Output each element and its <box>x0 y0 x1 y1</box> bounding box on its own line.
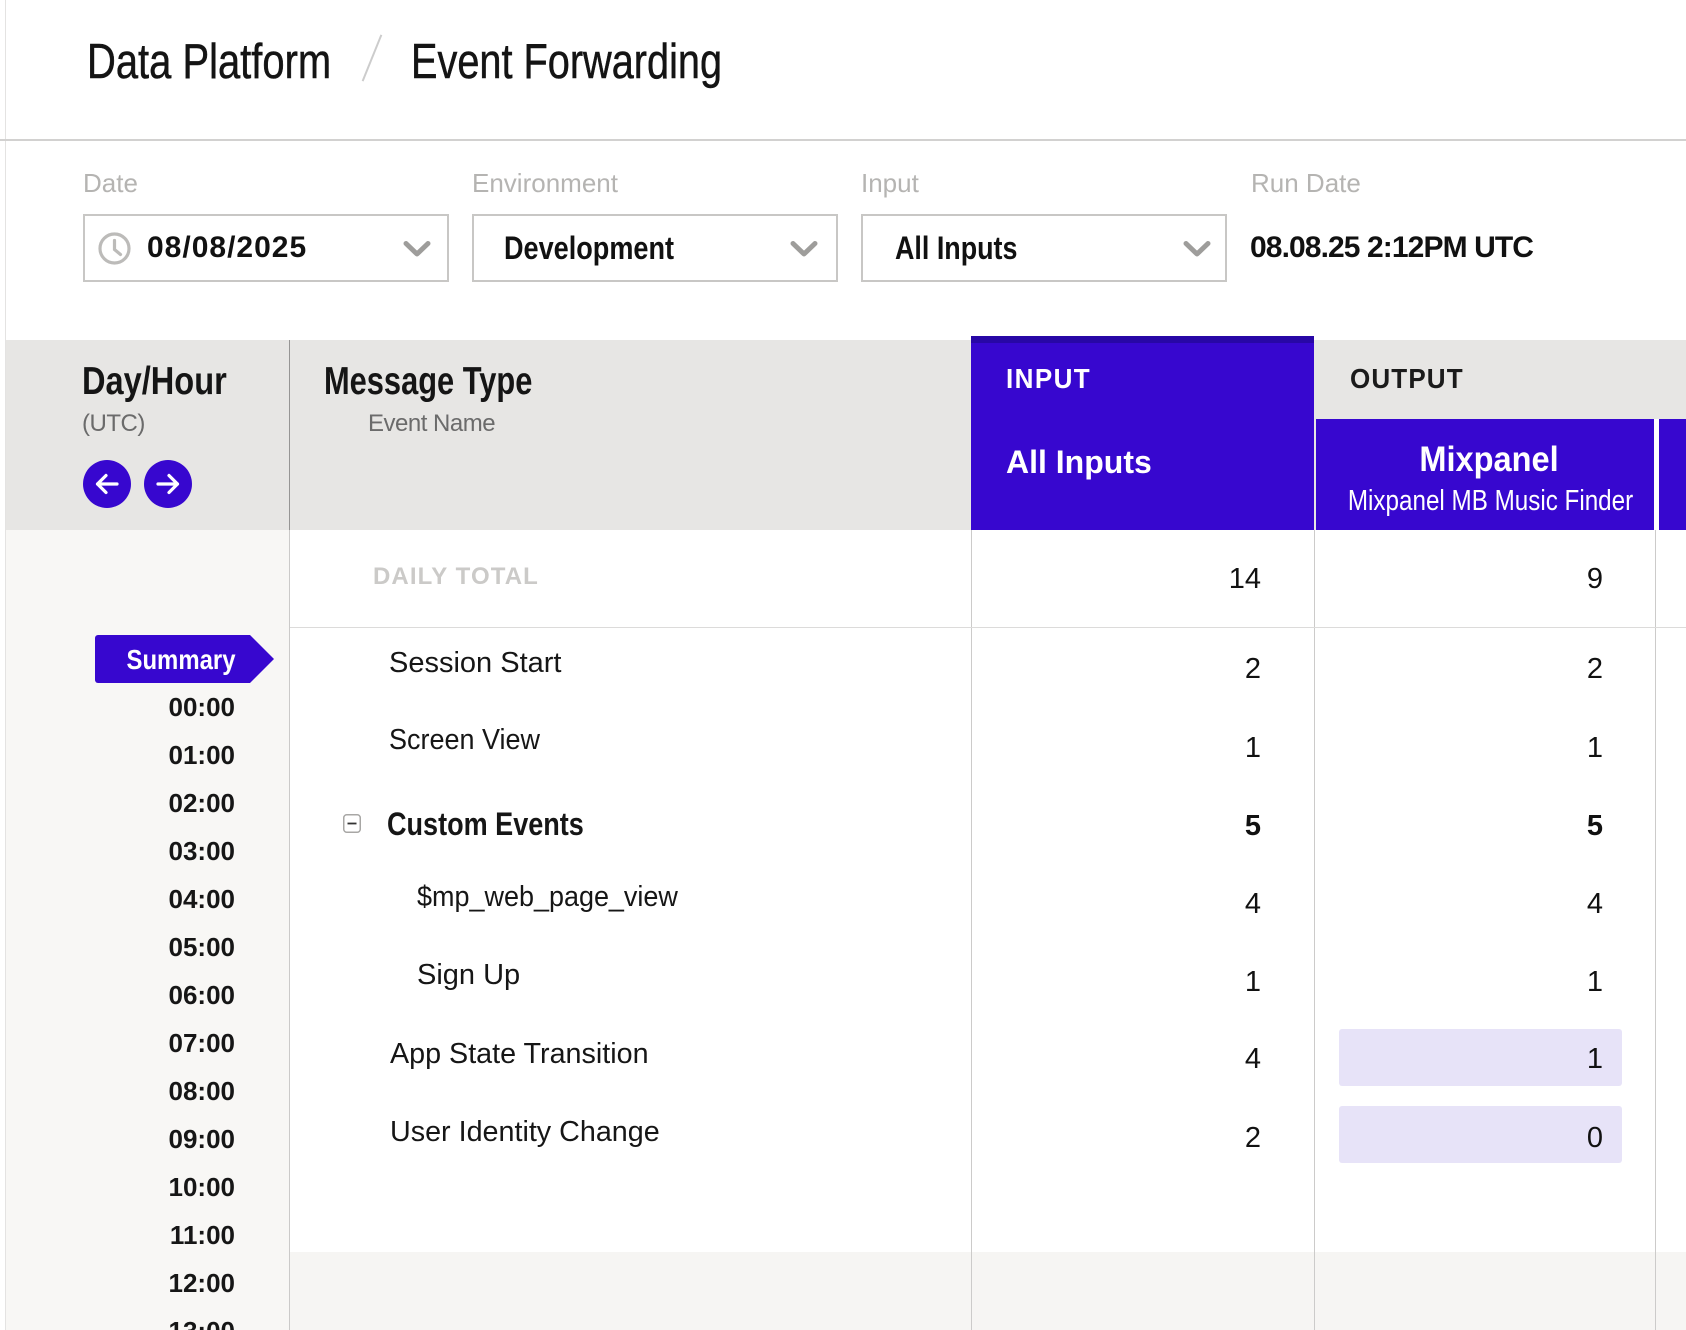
svg-text:Summary: Summary <box>127 644 236 675</box>
